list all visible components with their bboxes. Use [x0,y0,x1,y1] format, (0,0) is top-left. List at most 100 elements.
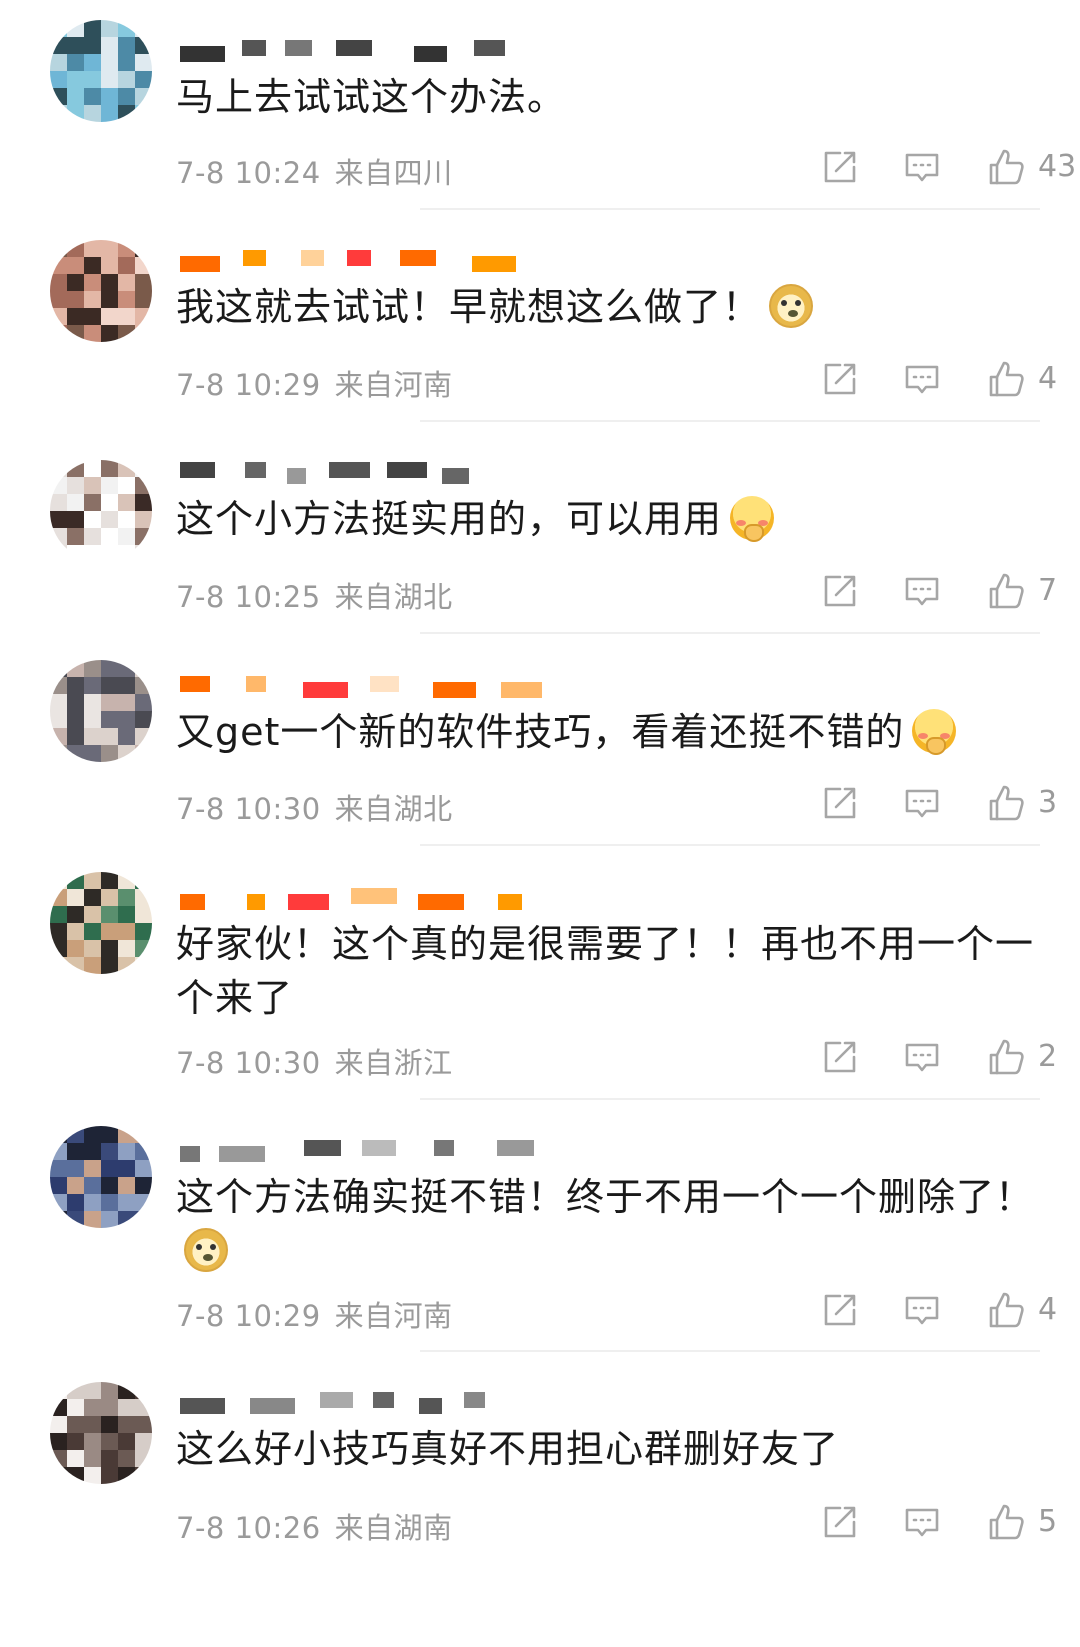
shy-emoji-icon [912,709,957,755]
username-censored[interactable] [180,250,516,272]
comment-text-content: 这个方法确实挺不错！终于不用一个一个删除了！ [176,1175,1035,1219]
comment-meta: 7-8 10:29 来自河南 [176,1293,453,1335]
comment-meta: 7-8 10:26 来自湖南 [176,1505,453,1547]
comment-icon [902,1502,942,1542]
comment-text: 好家伙！这个真的是很需要了！！再也不用一个一个来了 [176,917,1036,1025]
comment-meta: 7-8 10:25 来自湖北 [176,574,453,616]
comment-icon [902,147,942,187]
thumbs-up-icon [986,1290,1026,1330]
comment-time: 7-8 10:30 [176,1046,321,1080]
avatar[interactable] [50,240,152,342]
share-icon [820,147,860,187]
comment-meta: 7-8 10:30 来自湖北 [176,786,453,828]
share-button[interactable] [820,1500,864,1544]
like-count: 5 [1038,1504,1058,1539]
comment-actions: 4 [780,357,1080,401]
share-button[interactable] [820,145,864,189]
shy-emoji-icon [730,496,775,542]
like-count: 4 [1038,361,1058,396]
comment-time: 7-8 10:29 [176,1299,321,1333]
username-censored[interactable] [180,462,480,484]
thumbs-up-icon [986,783,1026,823]
like-button[interactable]: 43 [986,145,1080,189]
divider [420,208,1040,210]
comment-location: 来自湖北 [334,792,453,826]
share-icon [820,783,860,823]
share-button[interactable] [820,1288,864,1332]
reply-button[interactable] [902,357,946,401]
like-count: 2 [1038,1039,1058,1074]
comment-text-content: 我这就去试试！早就想这么做了！ [176,285,762,329]
like-count: 3 [1038,785,1058,820]
comment-text-content: 这么好小技巧真好不用担心群删好友了 [176,1427,840,1471]
thumbs-up-icon [986,1502,1026,1542]
comment-time: 7-8 10:26 [176,1511,321,1545]
comment-location: 来自河南 [334,368,453,402]
share-icon [820,1290,860,1330]
like-count: 7 [1038,573,1058,608]
comment-location: 来自浙江 [334,1046,453,1080]
avatar[interactable] [50,872,152,974]
share-icon [820,1037,860,1077]
comment-icon [902,783,942,823]
comment-location: 来自河南 [334,1299,453,1333]
like-button[interactable]: 3 [986,781,1080,825]
like-button[interactable]: 5 [986,1500,1080,1544]
comment-text: 马上去试试这个办法。 [176,70,1036,124]
comment-text: 我这就去试试！早就想这么做了！ [176,280,1036,334]
reply-button[interactable] [902,781,946,825]
avatar[interactable] [50,660,152,762]
like-button[interactable]: 2 [986,1035,1080,1079]
reply-button[interactable] [902,1035,946,1079]
like-button[interactable]: 4 [986,1288,1080,1332]
thumbs-up-icon [986,1037,1026,1077]
comment-text-content: 好家伙！这个真的是很需要了！！再也不用一个一个来了 [176,922,1035,1020]
share-icon [820,359,860,399]
username-censored[interactable] [180,1392,485,1414]
share-button[interactable] [820,1035,864,1079]
username-censored[interactable] [180,888,522,910]
reply-button[interactable] [902,569,946,613]
comment-location: 来自四川 [334,156,453,190]
comment-icon [902,1290,942,1330]
username-censored[interactable] [180,40,505,62]
reply-button[interactable] [902,145,946,189]
comment-actions: 2 [780,1035,1080,1079]
divider [420,632,1040,634]
comment-text: 这个小方法挺实用的，可以用用 [176,492,1036,546]
comment-actions: 5 [780,1500,1080,1544]
thumbs-up-icon [986,147,1026,187]
avatar[interactable] [50,460,152,562]
avatar[interactable] [50,20,152,122]
comment-time: 7-8 10:24 [176,156,321,190]
comment-text-content: 这个小方法挺实用的，可以用用 [176,497,723,541]
comment-time: 7-8 10:25 [176,580,321,614]
avatar[interactable] [50,1382,152,1484]
share-icon [820,571,860,611]
share-button[interactable] [820,357,864,401]
divider [420,1350,1040,1352]
comment-text-content: 又get一个新的软件技巧，看着还挺不错的 [176,710,905,754]
doge-emoji-icon [769,284,814,328]
comment-location: 来自湖南 [334,1511,453,1545]
comment-meta: 7-8 10:30 来自浙江 [176,1040,453,1082]
share-icon [820,1502,860,1542]
comment-time: 7-8 10:30 [176,792,321,826]
divider [420,420,1040,422]
divider [420,1098,1040,1100]
comment-icon [902,1037,942,1077]
like-button[interactable]: 7 [986,569,1080,613]
avatar[interactable] [50,1126,152,1228]
share-button[interactable] [820,781,864,825]
doge-emoji-icon [184,1228,228,1272]
comment-meta: 7-8 10:29 来自河南 [176,362,453,404]
share-button[interactable] [820,569,864,613]
comment-text: 又get一个新的软件技巧，看着还挺不错的 [176,705,1036,759]
comment-icon [902,359,942,399]
reply-button[interactable] [902,1288,946,1332]
like-button[interactable]: 4 [986,357,1080,401]
username-censored[interactable] [180,676,542,698]
reply-button[interactable] [902,1500,946,1544]
comment-text: 这个方法确实挺不错！终于不用一个一个删除了！ [176,1170,1036,1278]
username-censored[interactable] [180,1140,534,1162]
